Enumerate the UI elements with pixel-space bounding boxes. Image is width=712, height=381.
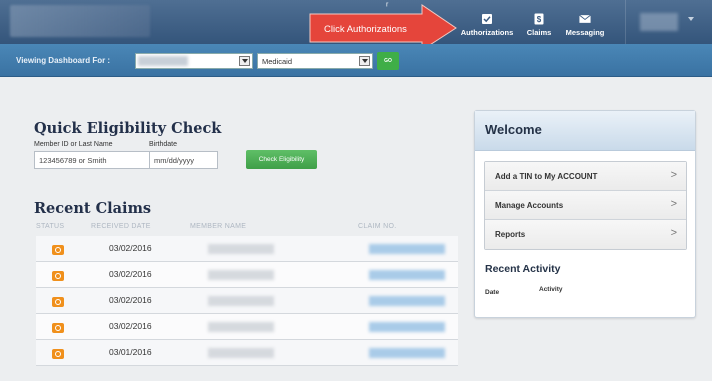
table-row[interactable]: 03/01/2016	[36, 340, 458, 366]
claim-number-link[interactable]	[369, 322, 445, 332]
dollar-doc-icon: $	[533, 13, 545, 25]
claim-number-link[interactable]	[369, 270, 445, 280]
user-menu[interactable]	[625, 0, 712, 44]
status-icon	[52, 271, 64, 281]
chevron-right-icon: >	[670, 227, 677, 239]
nav-claims-label: Claims	[526, 28, 552, 37]
col-header-status: STATUS	[36, 223, 65, 230]
welcome-header: Welcome	[475, 111, 695, 151]
member-name	[208, 348, 274, 358]
nav-claims[interactable]: $ Claims	[522, 3, 556, 41]
claim-number-link[interactable]	[369, 296, 445, 306]
viewing-dashboard-label: Viewing Dashboard For :	[16, 56, 111, 65]
menu-item-label: Manage Accounts	[495, 201, 564, 210]
claim-number-link[interactable]	[369, 348, 445, 358]
chevron-down-icon	[688, 17, 694, 21]
menu-item-label: Reports	[495, 230, 526, 239]
nav-authorizations[interactable]: Authorizations	[455, 3, 519, 41]
click-authorizations-callout: Click Authorizations	[306, 2, 460, 51]
table-row[interactable]: 03/02/2016	[36, 262, 458, 288]
received-date: 03/02/2016	[109, 321, 152, 331]
table-row[interactable]: 03/02/2016	[36, 314, 458, 340]
tin-select[interactable]	[135, 53, 253, 69]
welcome-panel: Welcome Add a TIN to My ACCOUNT > Manage…	[474, 110, 696, 318]
envelope-icon	[579, 13, 591, 25]
claims-table: 03/02/2016 03/02/2016 03/02/2016 03/02/2…	[36, 236, 458, 366]
go-button[interactable]: GO	[377, 52, 399, 70]
plan-select-value: Medicaid	[262, 57, 293, 66]
activity-col-activity: Activity	[539, 286, 563, 293]
member-name	[208, 270, 274, 280]
recent-claims-title: Recent Claims	[34, 200, 152, 217]
claim-number-link[interactable]	[369, 244, 445, 254]
member-name	[208, 244, 274, 254]
member-name	[208, 296, 274, 306]
status-icon	[52, 323, 64, 333]
received-date: 03/02/2016	[109, 243, 152, 253]
birthdate-input[interactable]: mm/dd/yyyy	[149, 151, 218, 169]
callout-text: Click Authorizations	[324, 24, 407, 35]
status-icon	[52, 349, 64, 359]
svg-text:$: $	[537, 15, 542, 24]
member-name	[208, 322, 274, 332]
chevron-down-icon	[239, 56, 250, 66]
avatar	[640, 13, 678, 31]
check-eligibility-button[interactable]: Check Eligibility	[246, 150, 317, 169]
brand-logo[interactable]	[10, 5, 150, 37]
main-content: Quick Eligibility Check Member ID or Las…	[18, 77, 458, 381]
welcome-title: Welcome	[485, 122, 542, 137]
nav-authorizations-label: Authorizations	[460, 28, 514, 37]
recent-activity-title: Recent Activity	[485, 263, 561, 275]
menu-item-label: Add a TIN to My ACCOUNT	[495, 172, 598, 181]
plan-select[interactable]: Medicaid	[257, 53, 373, 69]
nav-messaging-label: Messaging	[565, 28, 605, 37]
received-date: 03/01/2016	[109, 347, 152, 357]
status-icon	[52, 297, 64, 307]
nav-messaging[interactable]: Messaging	[560, 3, 610, 41]
status-icon	[52, 245, 64, 255]
birthdate-label: Birthdate	[149, 141, 178, 148]
member-id-label: Member ID or Last Name	[34, 141, 113, 148]
chevron-down-icon	[359, 56, 370, 66]
menu-item-reports[interactable]: Reports >	[485, 220, 686, 249]
activity-col-date: Date	[485, 289, 500, 296]
quick-eligibility-title: Quick Eligibility Check	[34, 120, 222, 137]
chevron-right-icon: >	[670, 198, 677, 210]
dashboard-filter-bar: Viewing Dashboard For : Medicaid GO	[0, 44, 712, 77]
tin-select-value	[138, 56, 188, 66]
table-row[interactable]: 03/02/2016	[36, 288, 458, 314]
chevron-right-icon: >	[670, 169, 677, 181]
welcome-menu: Add a TIN to My ACCOUNT > Manage Account…	[484, 161, 687, 250]
menu-item-manage-accounts[interactable]: Manage Accounts >	[485, 191, 686, 220]
col-header-claim-no: CLAIM NO.	[358, 223, 397, 230]
table-row[interactable]: 03/02/2016	[36, 236, 458, 262]
menu-item-add-tin[interactable]: Add a TIN to My ACCOUNT >	[485, 162, 686, 191]
received-date: 03/02/2016	[109, 295, 152, 305]
received-date: 03/02/2016	[109, 269, 152, 279]
col-header-member-name: MEMBER NAME	[190, 223, 247, 230]
checkbox-icon	[481, 13, 493, 25]
col-header-received-date: RECEIVED DATE	[91, 223, 151, 230]
member-id-input[interactable]: 123456789 or Smith	[34, 151, 156, 169]
